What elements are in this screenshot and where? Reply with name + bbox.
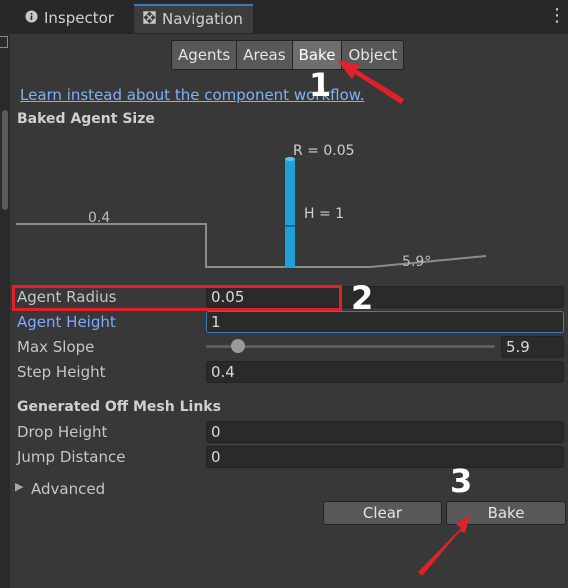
step-1-marker: 1 bbox=[309, 66, 332, 104]
arrow-3-icon bbox=[418, 515, 470, 576]
step-2-marker: 2 bbox=[351, 279, 374, 317]
arrow-1-icon bbox=[337, 60, 404, 104]
step-3-marker: 3 bbox=[450, 462, 473, 500]
annotation-arrows bbox=[337, 60, 470, 576]
